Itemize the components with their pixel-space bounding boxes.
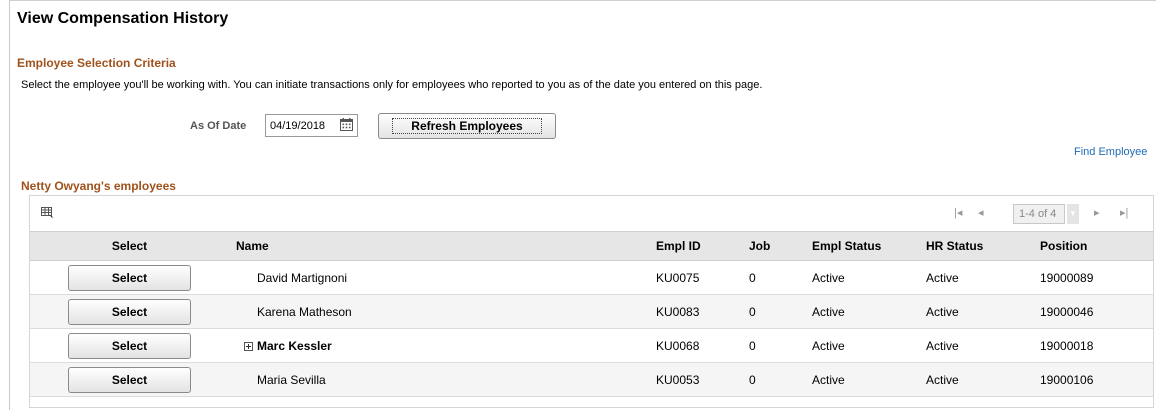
table-row: Select Karena Matheson KU0083 0 Active A… [30, 294, 1153, 329]
next-page-icon[interactable]: ▸ [1094, 206, 1100, 219]
expand-plus-icon[interactable] [244, 341, 253, 351]
column-header-empl-status[interactable]: Empl Status [805, 231, 919, 261]
name-cell: Marc Kessler [229, 328, 649, 363]
column-header-empl-id[interactable]: Empl ID [649, 231, 742, 261]
as-of-date-value[interactable]: 04/19/2018 [270, 120, 325, 132]
job-cell: 0 [742, 362, 805, 397]
table-row: Select David Martignoni KU0075 0 Active … [30, 260, 1153, 295]
page-title: View Compensation History [17, 10, 229, 27]
top-border [9, 0, 1156, 1]
select-button[interactable]: Select [68, 298, 191, 325]
position-cell: 19000089 [1033, 260, 1153, 295]
first-page-icon[interactable]: |◂ [954, 206, 962, 219]
hr-status-cell: Active [919, 294, 1033, 329]
select-cell: Select [30, 294, 229, 329]
as-of-date-label: As Of Date [190, 120, 247, 132]
empl-id-cell: KU0075 [649, 260, 742, 295]
name-cell: Maria Sevilla [229, 362, 649, 397]
column-header-select: Select [30, 231, 229, 261]
grid-title: Netty Owyang's employees [21, 179, 176, 193]
page: View Compensation History Employee Selec… [0, 0, 1156, 410]
employees-grid: |◂ ◂ 1-4 of 4 ▼ ▸ ▸| Select Name Empl ID… [29, 195, 1154, 408]
employee-name: Marc Kessler [257, 338, 332, 353]
name-cell: Karena Matheson [229, 294, 649, 329]
as-of-date-input[interactable]: 04/19/2018 [265, 114, 358, 137]
previous-page-icon[interactable]: ◂ [978, 206, 984, 219]
hr-status-cell: Active [919, 328, 1033, 363]
empl-status-cell: Active [805, 260, 919, 295]
employee-name: David Martignoni [257, 270, 348, 285]
empl-status-cell: Active [805, 328, 919, 363]
select-button[interactable]: Select [68, 366, 191, 393]
select-cell: Select [30, 328, 229, 363]
last-page-icon[interactable]: ▸| [1120, 206, 1128, 219]
select-cell: Select [30, 260, 229, 295]
column-header-position[interactable]: Position [1033, 231, 1153, 261]
table-header-row: Select Name Empl ID Job Empl Status HR S… [30, 231, 1153, 261]
hr-status-cell: Active [919, 362, 1033, 397]
employees-table: Select Name Empl ID Job Empl Status HR S… [30, 231, 1153, 397]
pager-range[interactable]: 1-4 of 4 [1013, 204, 1065, 224]
select-button[interactable]: Select [68, 264, 191, 291]
job-cell: 0 [742, 328, 805, 363]
select-cell: Select [30, 362, 229, 397]
instructions-text: Select the employee you'll be working wi… [21, 79, 763, 91]
table-row: Select Maria Sevilla KU0053 0 Active Act… [30, 362, 1153, 397]
job-cell: 0 [742, 260, 805, 295]
chevron-down-icon[interactable]: ▼ [1067, 204, 1079, 224]
empl-id-cell: KU0083 [649, 294, 742, 329]
column-header-hr-status[interactable]: HR Status [919, 231, 1033, 261]
employee-name: Maria Sevilla [257, 372, 326, 387]
position-cell: 19000106 [1033, 362, 1153, 397]
column-header-job[interactable]: Job [742, 231, 805, 261]
empl-id-cell: KU0053 [649, 362, 742, 397]
focus-outline [392, 118, 542, 134]
grid-personalize-icon[interactable] [41, 207, 54, 218]
table-row: Select Marc Kessler KU0068 0 Active Acti… [30, 328, 1153, 363]
empl-status-cell: Active [805, 362, 919, 397]
refresh-employees-button[interactable]: Refresh Employees [378, 113, 556, 139]
left-border [9, 0, 10, 410]
name-cell: David Martignoni [229, 260, 649, 295]
position-cell: 19000046 [1033, 294, 1153, 329]
job-cell: 0 [742, 294, 805, 329]
find-employee-link[interactable]: Find Employee [1074, 146, 1147, 158]
position-cell: 19000018 [1033, 328, 1153, 363]
hr-status-cell: Active [919, 260, 1033, 295]
empl-id-cell: KU0068 [649, 328, 742, 363]
column-header-name[interactable]: Name [229, 231, 649, 261]
calendar-icon[interactable] [340, 118, 353, 131]
employee-name: Karena Matheson [257, 304, 352, 319]
select-button[interactable]: Select [68, 332, 191, 359]
section-title-criteria: Employee Selection Criteria [17, 56, 176, 70]
empl-status-cell: Active [805, 294, 919, 329]
